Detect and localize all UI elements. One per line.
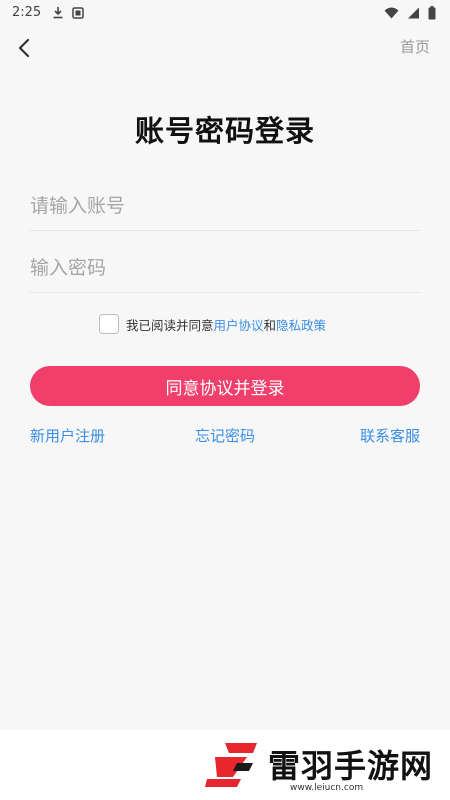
watermark-name: 雷羽手游网 [268,747,434,785]
status-bar: 2:25 [0,0,450,26]
agreement-checkbox[interactable] [99,314,119,334]
register-link[interactable]: 新用户注册 [30,425,105,446]
user-agreement-link[interactable]: 用户协议 [214,315,264,334]
account-input[interactable] [30,182,420,231]
login-button[interactable]: 同意协议并登录 [30,366,420,406]
photo-icon [72,6,84,19]
customer-service-link[interactable]: 联系客服 [360,425,420,446]
download-icon [52,6,64,19]
status-time: 2:25 [12,5,42,20]
forgot-password-link[interactable]: 忘记密码 [195,427,255,445]
watermark-logo-icon [203,739,263,791]
cellular-signal-icon [407,7,420,19]
agreement-row: 我已阅读并同意 用户协议 和 隐私政策 [99,312,326,336]
watermark-url: www.leiucn.com [290,783,364,793]
back-arrow-icon [17,38,31,58]
battery-icon [428,6,436,20]
agreement-conjunction: 和 [263,317,277,333]
status-left-icons [52,6,84,19]
watermark: 雷羽手游网 www.leiucn.com [0,730,450,800]
privacy-policy-link[interactable]: 隐私政策 [276,315,326,334]
status-right-icons [384,6,436,20]
password-input[interactable] [30,244,420,293]
page-title: 账号密码登录 [134,114,315,148]
home-link[interactable]: 首页 [400,36,430,57]
back-button[interactable] [10,34,38,62]
wifi-icon [384,7,399,19]
agreement-prefix: 我已阅读并同意 [126,317,214,333]
